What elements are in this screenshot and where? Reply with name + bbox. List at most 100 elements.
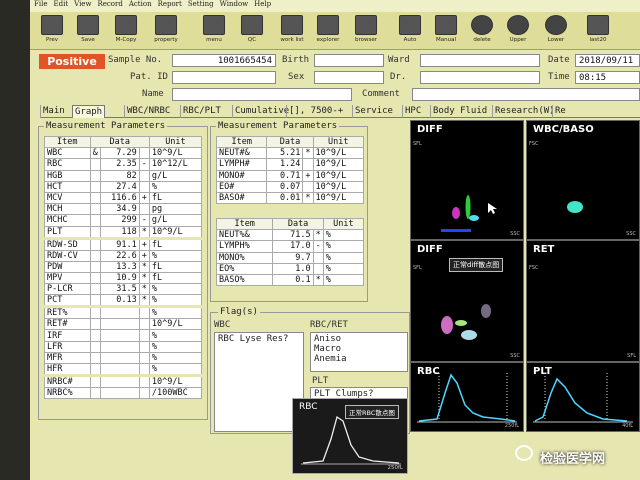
time-field[interactable]: 08:15 <box>575 71 640 84</box>
name-label: Name <box>142 89 164 99</box>
tab-body-fluid[interactable]: Body Fluid <box>430 105 489 118</box>
name-field[interactable] <box>172 88 352 101</box>
menu-action[interactable]: Action <box>129 0 152 8</box>
menu-record[interactable]: Record <box>97 0 122 8</box>
toolbar-label: Manual <box>436 37 456 43</box>
menu-view[interactable]: View <box>74 0 91 8</box>
menu-button[interactable]: menu <box>196 15 232 49</box>
table-row[interactable]: WBC & 7.29 10^9/L <box>44 147 203 160</box>
menu-help[interactable]: Help <box>254 0 271 8</box>
table-row[interactable]: PCT 0.13 *% <box>44 294 203 308</box>
tab-wbc-nrbc[interactable]: WBC/NRBC <box>124 105 172 118</box>
qc-button[interactable]: QC <box>234 15 270 49</box>
table-row[interactable]: P-LCR 31.5 *% <box>44 283 203 296</box>
tab-hpc[interactable]: HPC <box>402 105 423 118</box>
birth-field[interactable] <box>314 54 384 67</box>
table-row[interactable]: RDW-SD 91.1 + fL <box>44 237 203 251</box>
table-row[interactable]: EO% 1.0% <box>215 262 365 275</box>
param-flag: * <box>312 273 324 287</box>
table-row[interactable]: HGB 82 g/L <box>44 169 203 182</box>
table-row[interactable]: MCHC 299- g/L <box>44 214 203 227</box>
menu-edit[interactable]: Edit <box>53 0 68 8</box>
last20-button[interactable]: last20 <box>580 15 616 49</box>
table-row[interactable]: IRF% <box>44 329 203 342</box>
menu-window[interactable]: Window <box>220 0 249 8</box>
pat-id-field[interactable] <box>172 71 276 84</box>
mouse-cursor-icon <box>488 203 497 214</box>
dr-field[interactable] <box>420 71 540 84</box>
table-row[interactable]: LFR% <box>44 340 203 353</box>
table-row[interactable]: RBC 2.35-10^12/L <box>44 158 203 171</box>
tab-cumulative[interactable]: Cumulative <box>232 105 291 118</box>
param-flag <box>138 306 150 320</box>
param-flag <box>138 375 150 388</box>
delete-button[interactable]: delete <box>464 15 500 49</box>
tab-rbc-plt[interactable]: RBC/PLT <box>180 105 223 118</box>
table-row[interactable]: MCV 116.6 + fL <box>44 191 203 205</box>
param-flag <box>138 169 150 182</box>
table-row[interactable]: LYMPH% 17.0-% <box>215 240 365 253</box>
menu-setting[interactable]: Setting <box>188 0 214 8</box>
plt-histogram[interactable]: PLT 40fL <box>526 362 640 432</box>
toolbar-label: menu <box>206 37 222 43</box>
param-item: NEUT#& <box>215 147 268 160</box>
tab-service[interactable]: Service <box>352 105 395 118</box>
param-item: WBC <box>44 147 91 160</box>
table-row[interactable]: MCH 34.9 pg <box>44 203 203 216</box>
table-row[interactable]: RET# 10^9/L <box>44 318 203 331</box>
table-row[interactable]: MONO% 9.7% <box>215 251 365 264</box>
browser-button[interactable]: browser <box>348 15 384 49</box>
table-row[interactable]: PDW 13.3 * fL <box>44 260 203 273</box>
rbc-histogram[interactable]: RBC 250fL <box>410 362 524 432</box>
prev-button[interactable]: Prev <box>34 15 70 49</box>
ward-field[interactable] <box>420 54 540 67</box>
work-list-button[interactable]: work list <box>274 15 310 49</box>
table-row[interactable]: NRBC% /100WBC <box>44 386 203 400</box>
param-mark <box>89 351 101 365</box>
lower-button[interactable]: Lower <box>538 15 574 49</box>
comment-field[interactable] <box>412 88 640 101</box>
param-flag: * <box>138 283 150 296</box>
time-label: Time <box>548 72 570 82</box>
menu-report[interactable]: Report <box>158 0 182 8</box>
table-row[interactable]: LYMPH# 1.24 10^9/L <box>215 158 365 171</box>
table-row[interactable]: HCT 27.4% <box>44 180 203 193</box>
tab-main[interactable]: Main <box>40 105 67 118</box>
table-row[interactable]: EO# 0.07 10^9/L <box>215 180 365 193</box>
table-row[interactable]: HFR% <box>44 363 203 376</box>
table-row[interactable]: MPV 10.9 * fL <box>44 271 203 285</box>
save-button[interactable]: Save <box>70 15 106 49</box>
param-flag: * <box>138 271 150 285</box>
auto-button[interactable]: Auto <box>392 15 428 49</box>
tab-graph[interactable]: Graph <box>72 105 106 118</box>
table-row[interactable]: PLT 118 * 10^9/L <box>44 225 203 239</box>
ret-scattergram[interactable]: RET FSC SFL <box>526 240 640 362</box>
table-row[interactable]: RDW-CV 22.6 +% <box>44 249 203 262</box>
m-copy-button[interactable]: M-Copy <box>108 15 144 49</box>
param-unit: 10^9/L <box>312 147 365 160</box>
property-button[interactable]: property <box>148 15 184 49</box>
manual-button[interactable]: Manual <box>428 15 464 49</box>
table-row[interactable]: MONO# 0.71 +10^9/L <box>215 169 365 182</box>
tab--7500-[interactable]: [], 7500-+ <box>286 105 345 118</box>
upper-button[interactable]: Upper <box>500 15 536 49</box>
date-field[interactable]: 2018/09/11 <box>575 54 640 67</box>
tab-research-w-[interactable]: Research(W) <box>492 105 557 118</box>
table-row[interactable]: MFR% <box>44 351 203 365</box>
table-row[interactable]: NEUT%& 71.5 *% <box>215 229 365 242</box>
sample-no-field[interactable]: 1001665454 <box>172 54 276 67</box>
table-row[interactable]: BASO% 0.1 *% <box>215 273 365 287</box>
menu-file[interactable]: File <box>34 0 47 8</box>
sex-field[interactable] <box>314 71 384 84</box>
table-row[interactable]: BASO# 0.01 * 10^9/L <box>215 191 365 205</box>
wbcbaso-scattergram[interactable]: WBC/BASO FSC SSC <box>526 120 640 240</box>
param-flag: * <box>302 147 314 160</box>
table-row[interactable]: RET%% <box>44 306 203 320</box>
explorer-button[interactable]: explorer <box>310 15 346 49</box>
table-row[interactable]: NEUT#& 5.21 * 10^9/L <box>215 147 365 160</box>
tab-re[interactable]: Re <box>552 105 568 118</box>
table-row[interactable]: NRBC# 10^9/L <box>44 375 203 388</box>
diff-reference-scattergram[interactable]: DIFF SFL SSC 正常diff散点图 <box>410 240 524 362</box>
dr-label: Dr. <box>390 72 407 82</box>
diff-scattergram[interactable]: DIFF SFL SSC <box>410 120 524 240</box>
